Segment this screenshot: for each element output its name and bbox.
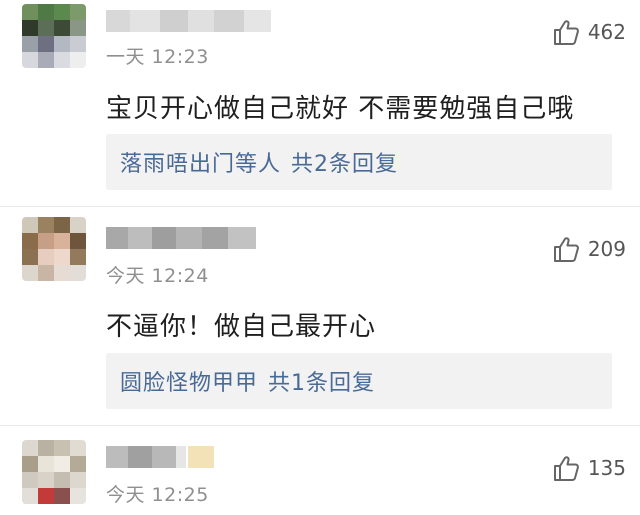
comment-text: 不逼你！做自己最开心 — [106, 312, 377, 342]
avatar[interactable] — [22, 4, 86, 68]
like-count: 209 — [587, 237, 626, 261]
thumbs-up-icon — [553, 20, 579, 45]
thumbs-up-icon — [553, 237, 579, 262]
like-button[interactable]: 462 — [552, 17, 626, 47]
avatar[interactable] — [22, 440, 86, 504]
replies-link[interactable]: 落雨唔出门等人 共2条回复 — [106, 134, 612, 190]
avatar[interactable] — [22, 217, 86, 281]
thumbs-up-icon — [553, 456, 579, 481]
reply-user: 圆脸怪物甲甲 — [120, 371, 259, 396]
comment-item: 今天 12:24 209 不逼你！做自己最开心 圆脸怪物甲甲 共1条回复 — [0, 207, 640, 425]
reply-count: 共1条回复 — [268, 371, 376, 396]
like-count: 135 — [587, 456, 626, 480]
username-blurred[interactable] — [106, 446, 216, 468]
like-button[interactable]: 135 — [552, 453, 626, 483]
comment-timestamp: 今天 12:25 — [106, 484, 209, 506]
comment-timestamp: 今天 12:24 — [106, 265, 209, 287]
replies-link[interactable]: 圆脸怪物甲甲 共1条回复 — [106, 353, 612, 409]
username-blurred[interactable] — [106, 10, 271, 32]
reply-user: 落雨唔出门等人 — [120, 152, 282, 177]
username-blurred[interactable] — [106, 227, 256, 249]
reply-count: 共2条回复 — [291, 152, 399, 177]
comment-text: 宝贝开心做自己就好 不需要勉强自己哦 — [106, 94, 575, 124]
comment-timestamp: 一天 12:23 — [106, 46, 209, 68]
comment-item: 今天 12:25 135 — [0, 426, 640, 515]
like-count: 462 — [587, 20, 626, 44]
comment-item: 一天 12:23 462 宝贝开心做自己就好 不需要勉强自己哦 落雨唔出门等人 … — [0, 0, 640, 205]
like-button[interactable]: 209 — [552, 234, 626, 264]
